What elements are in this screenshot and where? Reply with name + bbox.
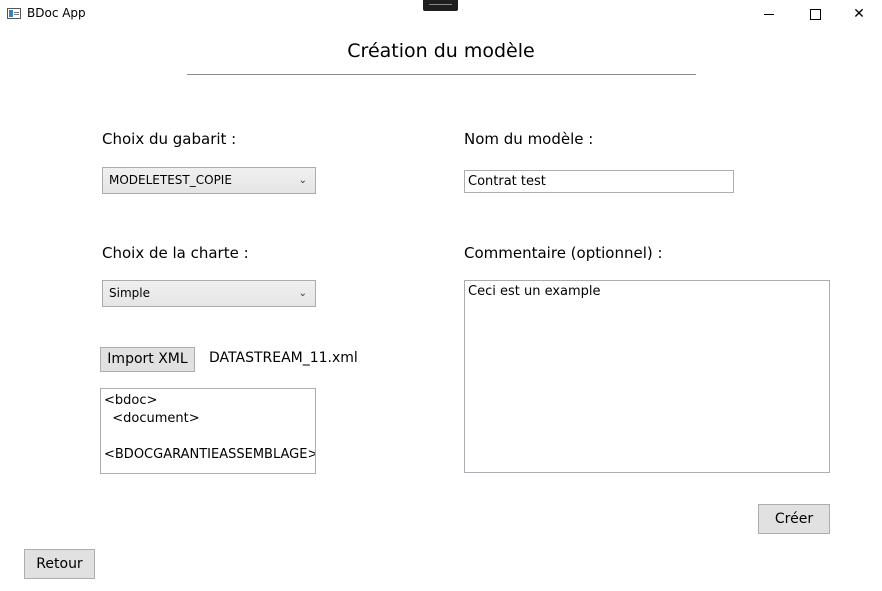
charte-selected-value: Simple [109,286,150,300]
xml-line: <document> [104,411,200,426]
xml-line: <bdoc> [104,393,158,408]
maximize-icon [809,8,821,20]
app-icon [7,8,21,19]
app-window: BDoc App ✕ Création du modèle Choix du g… [0,0,882,591]
close-icon: ✕ [853,6,865,22]
import-xml-button[interactable]: Import XML [100,347,195,372]
title-divider [187,74,696,75]
create-button[interactable]: Créer [758,504,830,534]
charte-select[interactable]: Simple ⌄ [102,280,316,307]
chevron-down-icon: ⌄ [298,175,307,186]
back-button[interactable]: Retour [24,549,95,579]
close-button[interactable]: ✕ [836,0,882,28]
page-title: Création du modèle [347,40,535,62]
imported-file-name: DATASTREAM_11.xml [209,350,358,366]
gabarit-select[interactable]: MODELETEST_COPIE ⌄ [102,167,316,194]
comment-label: Commentaire (optionnel) : [464,244,663,262]
maximize-button[interactable] [792,0,838,28]
drag-handle[interactable] [423,0,458,11]
model-name-label: Nom du modèle : [464,130,594,148]
title-bar: BDoc App ✕ [0,0,882,28]
xml-line: <BDOCGARANTIEASSEMBLAGE> [104,447,316,462]
comment-textarea[interactable]: Ceci est un example [464,280,830,473]
gabarit-label: Choix du gabarit : [102,130,237,148]
minimize-button[interactable] [746,0,792,28]
gabarit-selected-value: MODELETEST_COPIE [109,173,232,187]
window-title: BDoc App [27,6,86,20]
xml-line [104,428,312,446]
model-name-input[interactable]: Contrat test [464,170,734,193]
minimize-icon [764,13,774,15]
xml-preview-textarea[interactable]: <bdoc> <document> <BDOCGARANTIEASSEMBLAGE… [100,388,316,474]
chevron-down-icon: ⌄ [298,288,307,299]
charte-label: Choix de la charte : [102,244,249,262]
